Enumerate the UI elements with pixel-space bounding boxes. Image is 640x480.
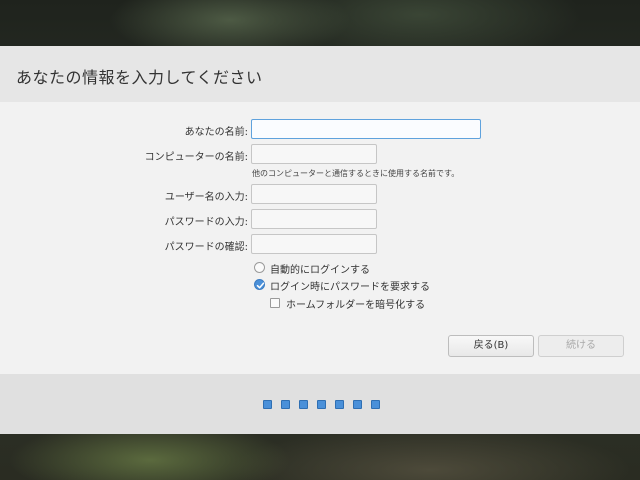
progress-step-dot [299,400,308,409]
back-button[interactable]: 戻る(B) [448,335,534,357]
header-bar: あなたの情報を入力してください [0,46,640,102]
continue-button[interactable]: 続ける [538,335,624,357]
computer-name-label: コンピューターの名前: [144,152,248,163]
progress-step-dot [281,400,290,409]
username-label: ユーザー名の入力: [164,192,248,203]
computer-name-field[interactable] [251,144,377,164]
name-label: あなたの名前: [184,127,248,138]
confirm-password-label: パスワードの確認: [164,242,248,253]
progress-step-dot [317,400,326,409]
require-password-label[interactable]: ログイン時にパスワードを要求する [270,278,430,293]
progress-step-dot [371,400,380,409]
encrypt-home-checkbox[interactable] [270,298,280,308]
progress-footer [0,374,640,434]
installer-window: あなたの情報を入力してください あなたの名前: コンピューターの名前: 他のコン… [0,46,640,434]
auto-login-label[interactable]: 自動的にログインする [270,261,370,276]
auto-login-radio[interactable] [254,262,265,273]
encrypt-home-label[interactable]: ホームフォルダーを暗号化する [286,296,425,311]
progress-step-dot [263,400,272,409]
progress-step-dot [353,400,362,409]
progress-step-dot [335,400,344,409]
confirm-password-field[interactable] [251,234,377,254]
page-title: あなたの情報を入力してください [16,68,263,87]
password-label: パスワードの入力: [164,217,248,228]
username-field[interactable] [251,184,377,204]
name-field[interactable] [251,119,481,139]
require-password-radio[interactable] [254,279,265,290]
checkmark-icon [256,282,265,289]
computer-name-hint: 他のコンピューターと通信するときに使用する名前です。 [252,169,460,178]
password-field[interactable] [251,209,377,229]
